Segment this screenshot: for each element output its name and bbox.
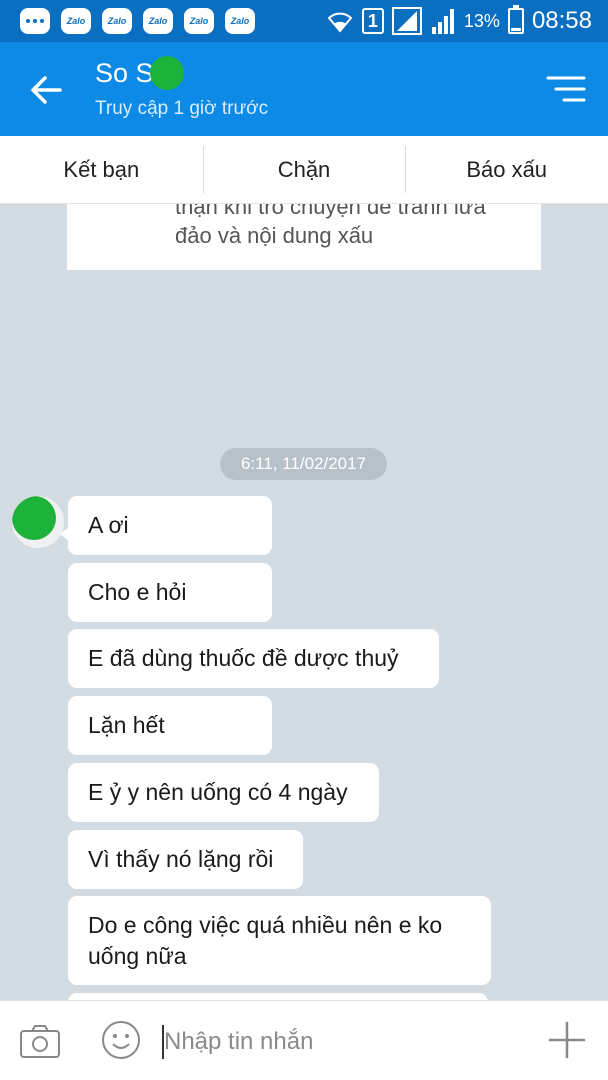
message-bubble[interactable]: A ơi bbox=[68, 496, 272, 555]
message-bubble[interactable]: Do e công việc quá nhiều nên e ko uống n… bbox=[68, 896, 491, 985]
zalo-notification-icon: Zalo bbox=[102, 8, 132, 34]
plus-icon[interactable] bbox=[548, 1021, 586, 1059]
zalo-notification-icon: Zalo bbox=[61, 8, 91, 34]
notification-icons: Zalo Zalo Zalo Zalo Zalo bbox=[20, 8, 255, 34]
contact-name-text: So S bbox=[95, 58, 154, 88]
menu-icon[interactable] bbox=[546, 74, 586, 104]
message-bubble[interactable]: E ỷ y nên uống có 4 ngày bbox=[68, 763, 379, 822]
chat-header: So S Truy cập 1 giờ trước bbox=[0, 42, 608, 136]
message-input-bar bbox=[0, 1000, 608, 1080]
more-dots-icon bbox=[20, 8, 50, 34]
safety-warning-card: thận khi trò chuyện để tránh lừa đảo và … bbox=[67, 204, 541, 270]
wifi-icon bbox=[327, 12, 353, 33]
block-button[interactable]: Chặn bbox=[202, 136, 406, 203]
message-bubble[interactable]: Lặn hết bbox=[68, 696, 272, 755]
chat-area[interactable]: thận khi trò chuyện để tránh lừa đảo và … bbox=[0, 204, 608, 1000]
status-bar: Zalo Zalo Zalo Zalo Zalo 1 13% 08:58 bbox=[0, 0, 608, 42]
signal-icon bbox=[391, 7, 422, 35]
emoji-icon[interactable] bbox=[101, 1020, 141, 1060]
message-bubble[interactable]: E đã dùng thuốc đề dược thuỷ bbox=[68, 629, 439, 688]
redaction-blob bbox=[149, 55, 184, 90]
status-indicators: 1 13% 08:58 bbox=[326, 5, 592, 36]
message-input[interactable] bbox=[164, 1021, 524, 1063]
signal-icon-secondary bbox=[431, 9, 454, 34]
message-timestamp: 6:11, 11/02/2017 bbox=[220, 448, 387, 480]
add-friend-button[interactable]: Kết bạn bbox=[0, 136, 203, 203]
redaction-blob bbox=[12, 496, 56, 540]
contact-name[interactable]: So S bbox=[95, 55, 184, 90]
zalo-notification-icon: Zalo bbox=[143, 8, 173, 34]
message-bubble[interactable]: Cho e hỏi bbox=[68, 563, 272, 622]
stranger-action-bar: Kết bạn Chặn Báo xấu bbox=[0, 136, 608, 204]
status-time: 08:58 bbox=[531, 7, 592, 34]
last-seen-status: Truy cập 1 giờ trước bbox=[95, 98, 269, 119]
sim-slot-icon: 1 bbox=[361, 8, 384, 34]
message-bubble[interactable]: Vì thấy nó lặng rồi bbox=[68, 830, 303, 889]
camera-icon[interactable] bbox=[19, 1023, 61, 1059]
sender-avatar[interactable] bbox=[12, 496, 64, 548]
message-bubble-partial[interactable] bbox=[68, 993, 488, 1000]
back-arrow-icon[interactable] bbox=[28, 72, 64, 108]
report-button[interactable]: Báo xấu bbox=[405, 136, 608, 203]
battery-icon bbox=[507, 5, 524, 34]
warning-text-line: thận khi trò chuyện để tránh lừa bbox=[175, 204, 486, 219]
zalo-notification-icon: Zalo bbox=[184, 8, 214, 34]
zalo-notification-icon: Zalo bbox=[225, 8, 255, 34]
warning-text-line: đảo và nội dung xấu bbox=[175, 223, 374, 248]
battery-percent: 13% bbox=[463, 10, 500, 31]
